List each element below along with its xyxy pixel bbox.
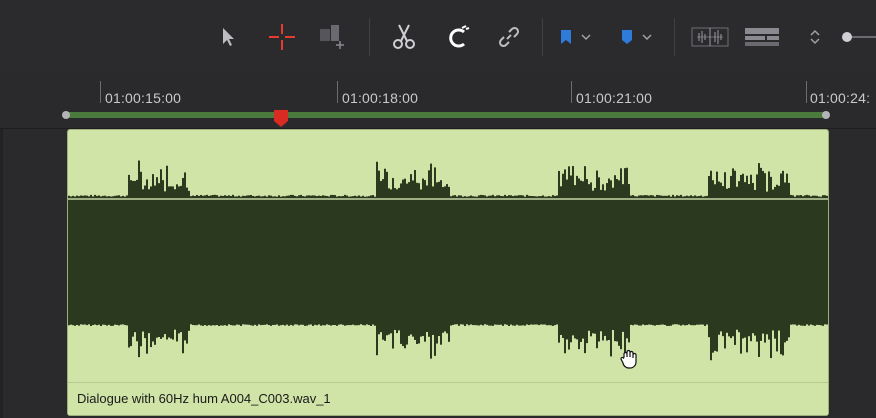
grab-hand-cursor bbox=[619, 348, 641, 375]
audio-waveform bbox=[68, 160, 828, 361]
track-height-button[interactable] bbox=[742, 22, 782, 52]
hand-cursor-icon bbox=[620, 349, 637, 369]
crosshair-icon bbox=[269, 24, 295, 50]
chevron-down-icon bbox=[642, 34, 652, 41]
chevron-down-icon bbox=[581, 34, 591, 41]
timeline-toolbar bbox=[0, 0, 876, 74]
waveform-upper-channel bbox=[68, 160, 828, 199]
marker-dropdown[interactable] bbox=[620, 22, 662, 52]
ruler-timecode: 01:00:15:00 bbox=[105, 90, 182, 106]
marker-icon bbox=[622, 30, 632, 44]
waveform-lower-channel bbox=[68, 322, 828, 361]
snapping-toggle[interactable] bbox=[445, 22, 471, 52]
track-gutter bbox=[0, 129, 3, 418]
in-out-range-bar[interactable] bbox=[66, 112, 826, 118]
linked-selection-toggle[interactable] bbox=[496, 22, 522, 52]
up-down-icon bbox=[810, 29, 820, 45]
ruler-timecode: 01:00:18:00 bbox=[342, 90, 419, 106]
waveform-dense-band bbox=[68, 198, 828, 323]
flag-dropdown[interactable] bbox=[559, 22, 599, 52]
zoom-slider[interactable] bbox=[838, 22, 876, 52]
clip-name: Dialogue with 60Hz hum A004_C003.wav_1 bbox=[77, 391, 331, 406]
razor-tool-button[interactable] bbox=[390, 22, 418, 52]
arrow-pointer-icon bbox=[223, 28, 234, 46]
scissors-icon bbox=[393, 24, 415, 49]
ruler-timecode: 01:00:21:00 bbox=[576, 90, 653, 106]
selection-tool-button[interactable] bbox=[215, 22, 241, 52]
link-icon bbox=[498, 26, 520, 48]
timeline-ruler[interactable]: 01:00:15:00 01:00:18:00 01:00:21:00 01:0… bbox=[0, 73, 876, 129]
range-start-handle[interactable] bbox=[62, 111, 70, 119]
trim-tool-button[interactable] bbox=[318, 22, 350, 52]
waveform-view-icon bbox=[691, 27, 729, 47]
trim-icon bbox=[320, 25, 344, 49]
blade-edit-tool-button[interactable] bbox=[266, 22, 298, 52]
track-height-icon bbox=[745, 28, 779, 46]
flag-icon bbox=[561, 30, 571, 44]
audio-clip[interactable]: Dialogue with 60Hz hum A004_C003.wav_1 bbox=[67, 129, 829, 416]
zoom-stepper[interactable] bbox=[805, 22, 825, 52]
playhead-marker-icon bbox=[274, 110, 288, 127]
audio-waveform-view-button[interactable] bbox=[690, 22, 730, 52]
range-end-handle[interactable] bbox=[822, 111, 830, 119]
ruler-timecode: 01:00:24: bbox=[810, 90, 871, 106]
magnet-icon bbox=[449, 25, 470, 48]
clip-label-strip: Dialogue with 60Hz hum A004_C003.wav_1 bbox=[68, 382, 828, 415]
slider-knob-icon[interactable] bbox=[838, 30, 876, 44]
